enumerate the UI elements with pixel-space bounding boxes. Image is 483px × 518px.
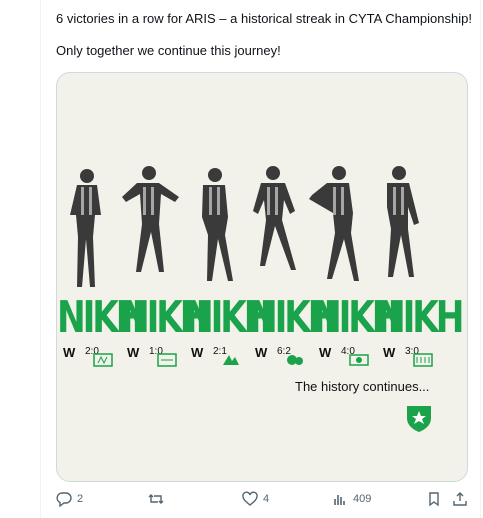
views-count: 409 [353,493,372,505]
nikh-word-4: NIKH [249,292,336,343]
reply-button[interactable]: 2 [56,488,83,510]
opponent-crest-icon [223,355,239,365]
reply-icon [56,492,72,507]
result-w: W [383,345,396,360]
nikh-word-2: NIKH [121,292,208,343]
share-button[interactable] [452,488,468,510]
repost-button[interactable] [148,488,169,510]
like-icon [242,491,258,506]
tweet-actions: 2 4 409 [56,488,470,510]
result-w: W [319,345,332,360]
tweet-line-1: 6 victories in a row for ARIS – a histor… [56,11,472,26]
result-w: W [255,345,268,360]
result-w: W [127,345,140,360]
opponent-crest-icon [349,354,369,366]
timeline-border-right [480,0,481,518]
opponent-crest-icon [413,353,433,367]
bookmark-button[interactable] [426,488,442,510]
tagline-text: The history continues... [295,379,430,394]
opponent-crest-icon [93,353,113,367]
result-w: W [191,345,204,360]
repost-icon [148,494,164,504]
nikh-word-3: NIKH [185,292,272,343]
bookmark-icon [429,492,439,507]
result-w: W [63,345,76,360]
nikh-banner: NIKH NIKH NIKH NIKH NIKH NIKH [57,288,467,348]
nikh-word-1: NIKH [57,292,144,343]
timeline-border-left [40,0,41,518]
nikh-word-6: NIKH [377,292,464,343]
share-icon [453,492,467,506]
views-button[interactable]: 409 [332,488,371,510]
opponent-crest-icon [287,355,303,365]
reply-count: 2 [77,493,84,505]
like-button[interactable]: 4 [242,488,269,510]
club-crest-icon [407,406,431,432]
opponent-crest-icon [157,353,177,367]
like-count: 4 [263,493,270,505]
tweet-line-2: Only together we continue this journey! [56,43,281,58]
views-icon [334,495,345,505]
tweet-text: 6 victories in a row for ARIS – a histor… [56,10,476,74]
nikh-word-5: NIKH [313,292,400,343]
tweet-media-image[interactable]: NIKH NIKH NIKH NIKH NIKH NIKH W 2:0 W 1:… [56,72,468,482]
